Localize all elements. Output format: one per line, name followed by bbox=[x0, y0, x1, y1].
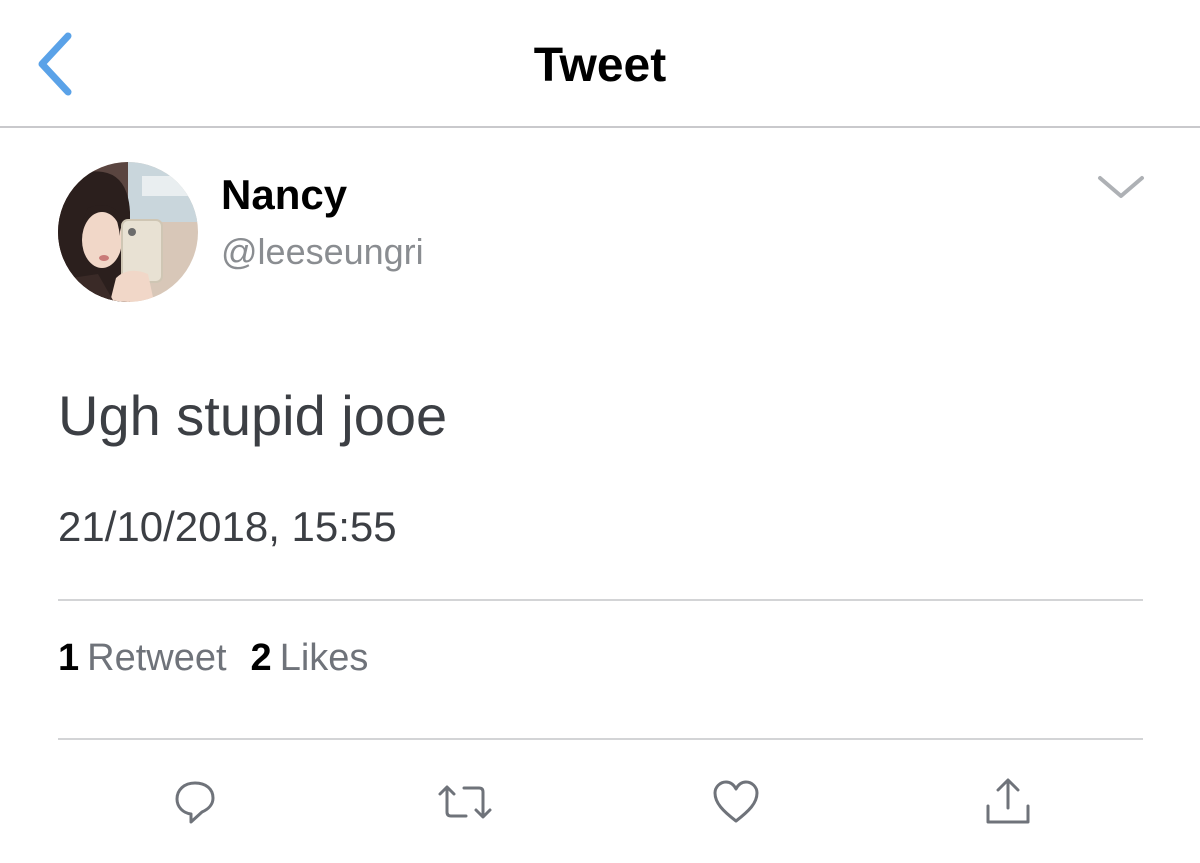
page-title: Tweet bbox=[533, 39, 667, 92]
share-icon bbox=[986, 778, 1030, 824]
like-count: 2 bbox=[250, 637, 272, 679]
chevron-down-icon bbox=[1098, 176, 1144, 198]
like-label: Likes bbox=[279, 637, 369, 679]
author-handle[interactable]: @leeseungri bbox=[221, 230, 424, 274]
author-name[interactable]: Nancy bbox=[221, 170, 347, 220]
retweet-button[interactable] bbox=[435, 772, 495, 832]
tweet-text: Ugh stupid jooe bbox=[58, 384, 448, 447]
like-icon bbox=[713, 780, 759, 823]
reply-button[interactable] bbox=[165, 772, 225, 832]
tweet-stats: 1 Retweet 2 Likes bbox=[58, 634, 368, 682]
navigation-bar: Tweet bbox=[0, 0, 1200, 128]
divider bbox=[58, 599, 1143, 601]
avatar-photo bbox=[58, 162, 198, 302]
likes-stat[interactable]: 2 Likes bbox=[251, 634, 369, 682]
tweet-menu-button[interactable] bbox=[1094, 168, 1148, 204]
avatar[interactable] bbox=[58, 162, 198, 302]
like-button[interactable] bbox=[706, 772, 766, 832]
tweet-timestamp: 21/10/2018, 15:55 bbox=[58, 503, 397, 550]
divider bbox=[58, 738, 1143, 740]
reply-icon bbox=[175, 781, 215, 824]
share-button[interactable] bbox=[978, 772, 1038, 832]
retweets-stat[interactable]: 1 Retweet bbox=[58, 634, 227, 682]
retweet-label: Retweet bbox=[87, 637, 227, 679]
retweet-count: 1 bbox=[58, 637, 80, 679]
retweet-icon bbox=[438, 785, 492, 819]
